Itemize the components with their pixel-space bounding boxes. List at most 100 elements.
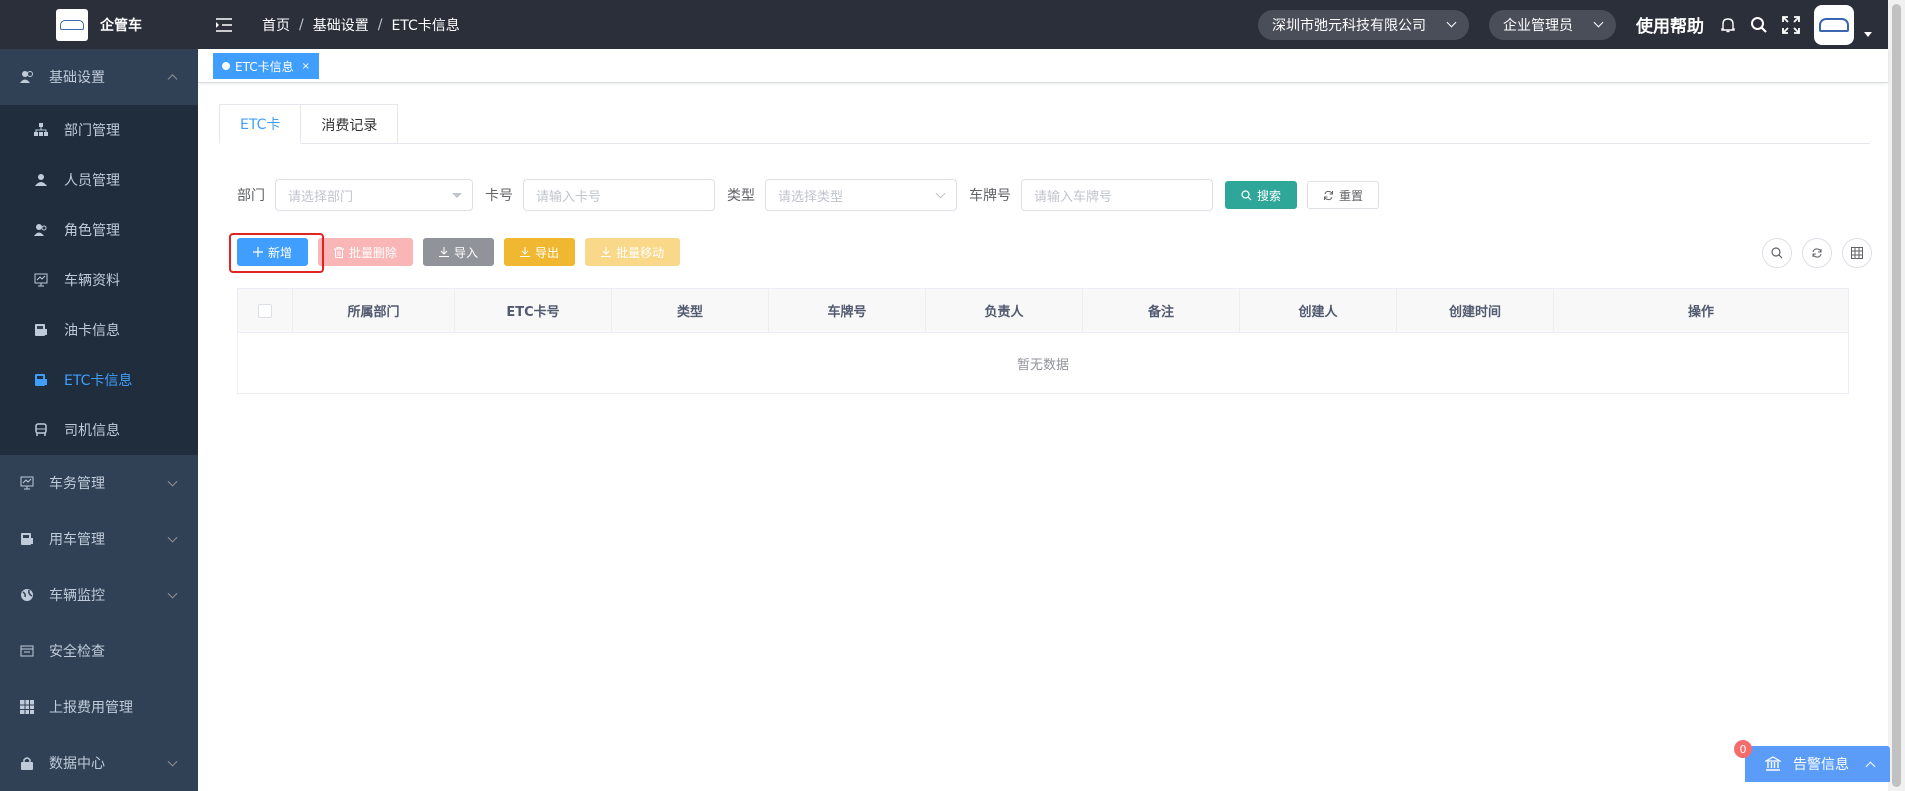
batch-move-button[interactable]: 批量移动 xyxy=(585,238,681,266)
column-header-plate: 车牌号 xyxy=(769,289,926,332)
card-input-placeholder: 请输入卡号 xyxy=(536,189,602,205)
reset-button[interactable]: 重置 xyxy=(1307,181,1380,209)
type-select[interactable]: 请选择类型 xyxy=(765,179,957,211)
refresh-button[interactable] xyxy=(1802,238,1832,268)
download-icon xyxy=(601,247,612,257)
lock-icon xyxy=(20,756,34,770)
tab-etc-card[interactable]: ETC卡 xyxy=(219,104,302,144)
topbar: 首页 / 基础设置 / ETC卡信息 深圳市弛元科技有限公司 企业管理员 使用帮… xyxy=(198,0,1888,49)
monitor-icon xyxy=(20,476,34,490)
grid-icon xyxy=(1851,247,1863,259)
sidebar-group-data-center[interactable]: 数据中心 xyxy=(0,735,198,791)
card-input[interactable]: 请输入卡号 xyxy=(523,179,715,211)
reset-button-label: 重置 xyxy=(1339,188,1364,203)
help-link[interactable]: 使用帮助 xyxy=(1636,12,1704,37)
sidebar-item-personnel[interactable]: 人员管理 xyxy=(0,155,198,205)
sidebar-item-roles[interactable]: 角色管理 xyxy=(0,205,198,255)
chevron-up-icon xyxy=(167,74,178,85)
column-header-type: 类型 xyxy=(612,289,769,332)
plate-input-placeholder: 请输入车牌号 xyxy=(1034,189,1113,205)
import-button[interactable]: 导入 xyxy=(423,238,495,266)
breadcrumb: 首页 / 基础设置 / ETC卡信息 xyxy=(262,15,460,35)
refresh-icon xyxy=(1323,190,1334,201)
chevron-down-icon xyxy=(167,476,178,487)
plate-label: 车牌号 xyxy=(969,188,1011,204)
search-icon xyxy=(1241,189,1252,201)
sidebar-group-vehicle-use[interactable]: 用车管理 xyxy=(0,511,198,567)
chevron-down-icon xyxy=(167,756,178,767)
sidebar-group-vehicle-monitor[interactable]: 车辆监控 xyxy=(0,567,198,623)
bell-icon[interactable] xyxy=(1720,17,1736,33)
search-icon[interactable] xyxy=(1750,16,1768,34)
sidebar-group-basic-settings[interactable]: 基础设置 xyxy=(0,49,198,105)
batch-delete-button[interactable]: 批量删除 xyxy=(318,238,414,266)
alarm-label: 告警信息 xyxy=(1793,757,1849,773)
sidebar-group-expense-report[interactable]: 上报费用管理 xyxy=(0,679,198,735)
column-header-created-time: 创建时间 xyxy=(1397,289,1554,332)
tab-consumption-records[interactable]: 消费记录 xyxy=(301,104,399,144)
sidebar-group-label: 车务管理 xyxy=(49,476,105,492)
breadcrumb-home[interactable]: 首页 xyxy=(262,15,290,35)
dept-select-placeholder: 请选择部门 xyxy=(288,189,354,205)
sidebar: 企管车 基础设置 部门管理 人员管理 角色管理 车辆资料 油卡信息 ETC卡信息… xyxy=(0,0,198,791)
company-select[interactable]: 深圳市弛元科技有限公司 xyxy=(1258,9,1469,40)
export-button[interactable]: 导出 xyxy=(504,238,576,266)
chevron-down-icon xyxy=(1446,17,1457,28)
tabs-divider xyxy=(219,143,1870,144)
export-button-label: 导出 xyxy=(535,245,560,260)
role-select[interactable]: 企业管理员 xyxy=(1489,9,1616,40)
sidebar-item-label: 部门管理 xyxy=(64,123,120,139)
toggle-search-button[interactable] xyxy=(1762,238,1792,268)
hamburger-icon[interactable] xyxy=(216,17,234,32)
plate-input[interactable]: 请输入车牌号 xyxy=(1021,179,1213,211)
active-dot-icon xyxy=(222,62,230,70)
sidebar-group-label: 上报费用管理 xyxy=(49,700,133,716)
page-scrollbar[interactable] xyxy=(1888,0,1905,791)
alarm-panel-button[interactable]: 告警信息 xyxy=(1745,746,1890,782)
dept-select[interactable]: 请选择部门 xyxy=(275,179,473,211)
topbar-right: 深圳市弛元科技有限公司 企业管理员 使用帮助 xyxy=(1258,0,1872,49)
column-header-actions: 操作 xyxy=(1687,305,1714,320)
bus-icon xyxy=(34,423,48,437)
select-all-checkbox[interactable] xyxy=(258,303,272,318)
tag-etc-card-info[interactable]: ETC卡信息 × xyxy=(213,53,319,79)
select-all-cell xyxy=(238,289,293,332)
search-button[interactable]: 搜索 xyxy=(1225,181,1298,209)
main-content: ETC卡 消费记录 部门 请选择部门 卡号 请输入卡号 类型 请选择类型 车牌号… xyxy=(198,84,1888,791)
caret-down-icon xyxy=(452,193,462,198)
chevron-down-icon xyxy=(1593,17,1604,28)
sidebar-item-departments[interactable]: 部门管理 xyxy=(0,105,198,155)
highlight-box xyxy=(229,233,324,273)
breadcrumb-basic-settings[interactable]: 基础设置 xyxy=(313,15,369,35)
search-form: 部门 请选择部门 卡号 请输入卡号 类型 请选择类型 车牌号 请输入车牌号 搜索… xyxy=(237,179,1389,211)
sidebar-item-drivers[interactable]: 司机信息 xyxy=(0,405,198,455)
sidebar-item-fuel-cards[interactable]: 油卡信息 xyxy=(0,305,198,355)
logo[interactable]: 企管车 xyxy=(0,0,198,49)
globe-icon xyxy=(20,588,34,602)
sidebar-group-label: 安全检查 xyxy=(49,644,105,660)
sidebar-item-label: 油卡信息 xyxy=(64,323,120,339)
sidebar-item-label: 人员管理 xyxy=(64,173,120,189)
sidebar-group-label: 基础设置 xyxy=(49,70,105,86)
refresh-icon xyxy=(1811,247,1823,259)
logo-image xyxy=(56,8,88,41)
columns-button[interactable] xyxy=(1842,238,1872,268)
import-button-label: 导入 xyxy=(454,245,479,260)
sidebar-item-etc-cards[interactable]: ETC卡信息 xyxy=(0,355,198,405)
sidebar-group-label: 车辆监控 xyxy=(49,588,105,604)
column-header-owner: 负责人 xyxy=(926,289,1083,332)
sidebar-group-vehicle-affairs[interactable]: 车务管理 xyxy=(0,455,198,511)
empty-text: 暂无数据 xyxy=(1016,357,1069,373)
tabs: ETC卡 消费记录 xyxy=(219,104,399,144)
sidebar-group-safety-check[interactable]: 安全检查 xyxy=(0,623,198,679)
sidebar-item-label: 司机信息 xyxy=(64,423,120,439)
sidebar-item-vehicles[interactable]: 车辆资料 xyxy=(0,255,198,305)
caret-down-icon[interactable] xyxy=(1864,32,1872,37)
fullscreen-icon[interactable] xyxy=(1782,15,1800,34)
card-icon xyxy=(20,532,34,546)
close-icon[interactable]: × xyxy=(302,61,310,72)
scrollbar-thumb[interactable] xyxy=(1892,4,1901,787)
submenu-basic-settings: 部门管理 人员管理 角色管理 车辆资料 油卡信息 ETC卡信息 司机信息 xyxy=(0,105,198,455)
avatar[interactable] xyxy=(1814,4,1854,45)
table-header: 所属部门 ETC卡号 类型 车牌号 负责人 备注 创建人 创建时间 操作 xyxy=(238,289,1848,333)
